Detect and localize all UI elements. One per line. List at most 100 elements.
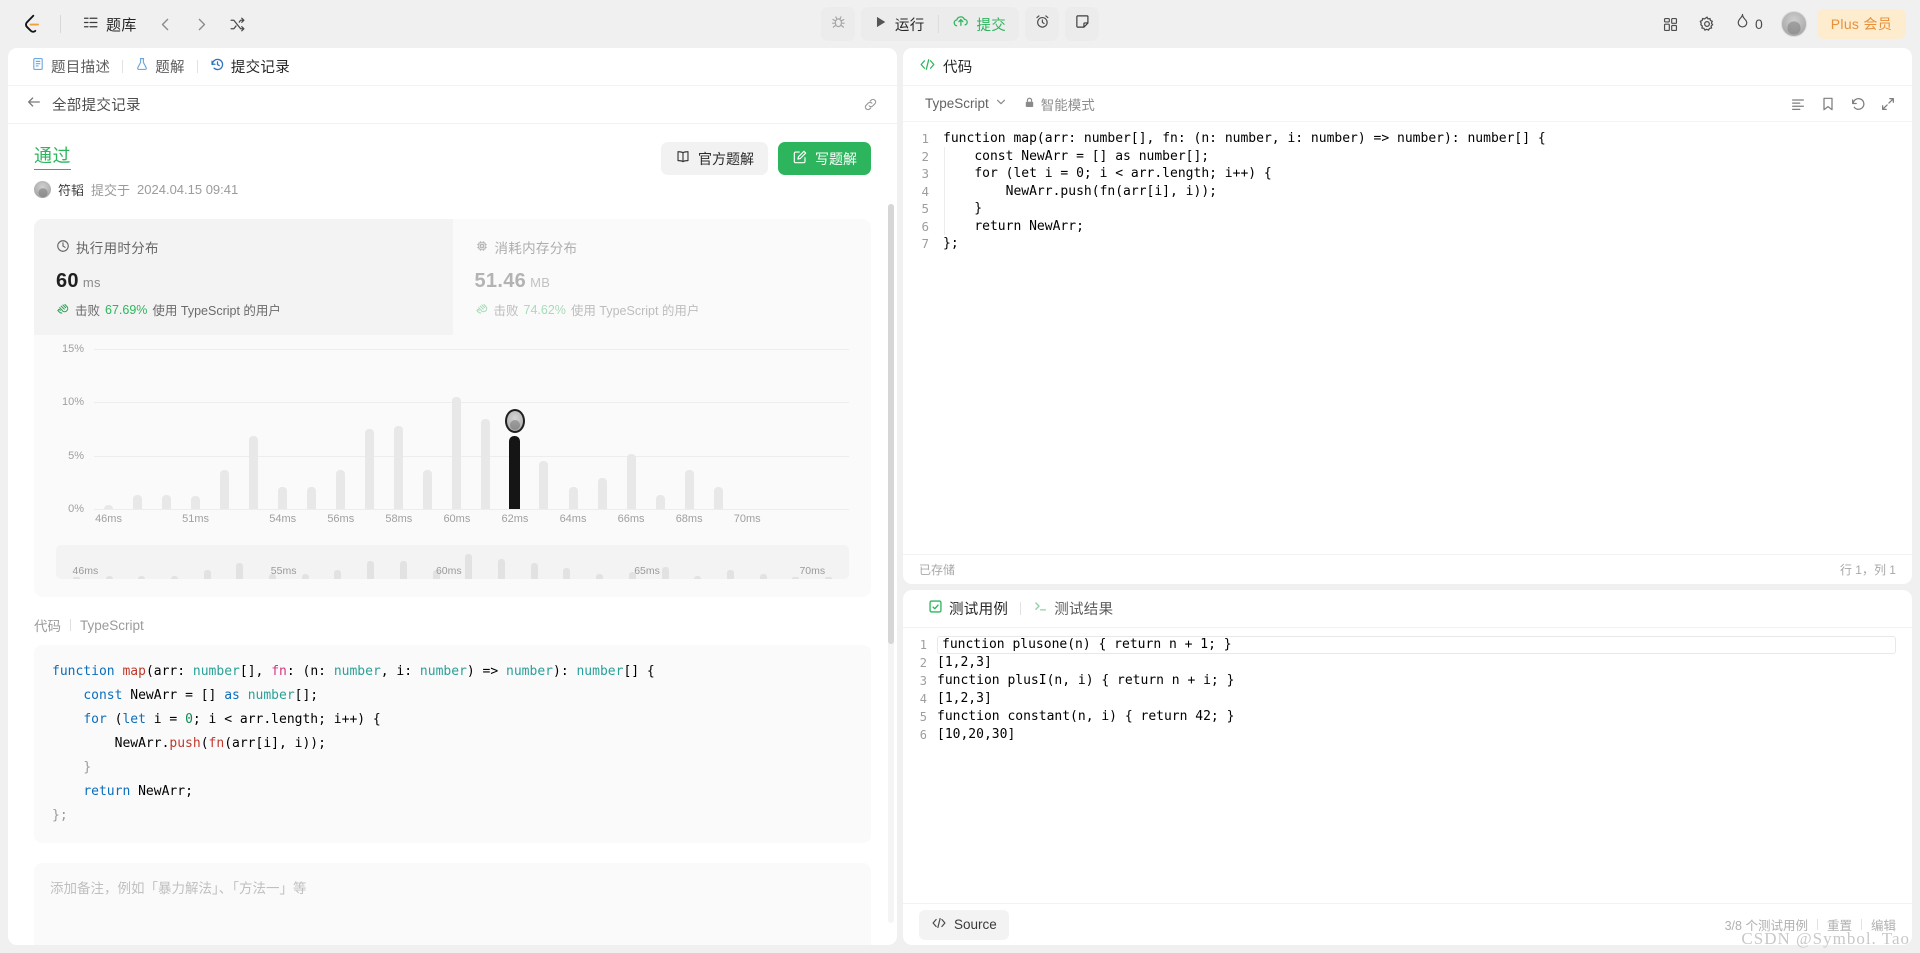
- chart-bar-slot[interactable]: [94, 349, 123, 509]
- testcase-edit-button[interactable]: 编辑: [1871, 915, 1896, 934]
- chart-bar-slot[interactable]: [355, 349, 384, 509]
- testcase-line: 2 [1,2,3]: [903, 654, 1912, 672]
- tab-testcase[interactable]: 测试用例: [919, 594, 1017, 624]
- chart-bar-slot[interactable]: [239, 349, 268, 509]
- language-selector[interactable]: TypeScript: [919, 93, 1013, 114]
- debug-button[interactable]: [820, 7, 855, 41]
- stat-runtime-beat-percent: 67.69%: [105, 302, 148, 317]
- chart-bar-slot[interactable]: [588, 349, 617, 509]
- chart-bar-slot[interactable]: [471, 349, 500, 509]
- testcase-line: 5 function constant(n, i) { return 42; }: [903, 708, 1912, 726]
- footer-separator: [1860, 919, 1862, 930]
- timer-button[interactable]: [1025, 7, 1060, 41]
- clap-icon: [475, 301, 489, 318]
- chart-bar-slot[interactable]: [326, 349, 355, 509]
- chart-bar-slot[interactable]: [733, 349, 762, 509]
- chart-bar-slot[interactable]: [297, 349, 326, 509]
- note-button[interactable]: [1065, 7, 1100, 41]
- chart-x-axis: 46ms 51ms 54ms 56ms 58ms 60ms 62ms 64ms 66ms 68ms…: [94, 513, 849, 533]
- chart-bar-slot[interactable]: [791, 349, 820, 509]
- stat-memory-beat-prefix: 击败: [493, 304, 519, 318]
- chart-x-tick: [210, 513, 239, 533]
- minimap-bar: [138, 575, 146, 579]
- run-button[interactable]: 运行: [861, 7, 938, 41]
- minimap-bar-slot: [191, 545, 224, 579]
- chart-bar-slot[interactable]: [646, 349, 675, 509]
- minimap-bar: [465, 554, 473, 579]
- source-button[interactable]: Source: [919, 909, 1009, 940]
- chart-bar-slot[interactable]: [675, 349, 704, 509]
- book-open-icon: [675, 149, 691, 168]
- chart-bar: [191, 496, 201, 509]
- editor-line-text: function map(arr: number[], fn: (n: numb…: [943, 131, 1546, 146]
- chart-x-tick: 66ms: [617, 513, 645, 525]
- chart-bar-slot[interactable]: [268, 349, 297, 509]
- testcase-reset-button[interactable]: 重置: [1827, 915, 1852, 934]
- testcase-line: 6 [10,20,30]: [903, 726, 1912, 744]
- chart-x-tick: [471, 513, 500, 533]
- chart-bar-slot[interactable]: [559, 349, 588, 509]
- tab-description[interactable]: 题目描述: [22, 52, 119, 82]
- chart-bar-slot[interactable]: [442, 349, 471, 509]
- chart-bar-slot[interactable]: [820, 349, 849, 509]
- chart-bar-slot[interactable]: [529, 349, 558, 509]
- user-avatar[interactable]: [1780, 11, 1807, 37]
- stat-memory[interactable]: 消耗内存分布 51.46 MB 击败 74.62% 使用 TypeScript …: [453, 219, 872, 335]
- stat-runtime[interactable]: 执行用时分布 60 ms 击败 67.69% 使用 TypeScript 的用户: [34, 219, 453, 335]
- smart-mode-toggle[interactable]: 智能模式: [1023, 94, 1095, 114]
- verdict-badge[interactable]: 通过: [34, 142, 71, 170]
- chevron-right-icon[interactable]: [186, 8, 218, 40]
- chevron-left-icon[interactable]: [150, 8, 182, 40]
- chart-bar-slot[interactable]: [500, 349, 529, 509]
- gear-icon[interactable]: [1691, 8, 1723, 40]
- author-avatar[interactable]: [34, 181, 51, 198]
- chart-minimap[interactable]: 46ms 55ms 60ms 65ms 70ms: [56, 545, 849, 579]
- minimap-label: 60ms: [435, 565, 462, 577]
- chart-bar-slot[interactable]: [210, 349, 239, 509]
- bookmark-icon[interactable]: [1820, 96, 1836, 112]
- chart-bar-slot[interactable]: [384, 349, 413, 509]
- write-solution-button[interactable]: 写题解: [778, 142, 871, 175]
- streak-counter[interactable]: 0: [1727, 8, 1771, 40]
- chart-x-tick: [413, 513, 442, 533]
- back-to-all-submissions[interactable]: 全部提交记录: [26, 94, 141, 115]
- author-name[interactable]: 符韬: [58, 180, 84, 199]
- link-icon[interactable]: [862, 96, 879, 113]
- chart-bar-slot[interactable]: [181, 349, 210, 509]
- minimap-bar-slot: [125, 545, 158, 579]
- submit-button[interactable]: 提交: [939, 7, 1020, 41]
- tab-test-result[interactable]: 测试结果: [1024, 594, 1122, 624]
- code-editor[interactable]: 1 function map(arr: number[], fn: (n: num…: [903, 122, 1912, 554]
- leetcode-logo-icon[interactable]: [14, 7, 48, 41]
- left-scrollbar-thumb[interactable]: [888, 204, 894, 644]
- tab-submissions[interactable]: 提交记录: [201, 52, 299, 82]
- chart-bar-slot[interactable]: [413, 349, 442, 509]
- editor-line-text: };: [943, 236, 959, 251]
- official-solution-button[interactable]: 官方题解: [661, 142, 768, 175]
- tab-solutions[interactable]: 题解: [126, 52, 194, 82]
- expand-icon[interactable]: [1880, 96, 1896, 112]
- grid-apps-icon[interactable]: [1655, 8, 1687, 40]
- undo-icon[interactable]: [1850, 96, 1866, 112]
- shuffle-icon[interactable]: [222, 8, 254, 40]
- stat-runtime-value-row: 60 ms: [56, 270, 431, 293]
- testcase-line-number: 5: [919, 710, 927, 724]
- plus-membership-button[interactable]: Plus 会员: [1816, 9, 1906, 39]
- nav-problemset[interactable]: 题库: [73, 8, 146, 40]
- chart-user-marker-avatar[interactable]: [504, 409, 525, 434]
- chart-bar-slot[interactable]: [762, 349, 791, 509]
- run-label: 运行: [894, 17, 925, 34]
- chart-bar-slot[interactable]: [617, 349, 646, 509]
- chart-bar-slot[interactable]: [704, 349, 733, 509]
- chart-bar: [597, 478, 607, 509]
- note-input[interactable]: 添加备注，例如「暴力解法」、「方法一」等: [34, 863, 871, 945]
- chart-bar-slot[interactable]: [123, 349, 152, 509]
- left-scroll-area[interactable]: 通过 符韬 提交于 2024.04.15 09:41 官方题解 写题解 执行用时…: [8, 124, 897, 945]
- format-lines-icon[interactable]: [1790, 96, 1806, 112]
- minimap-bar: [497, 559, 505, 579]
- chart-bar-slot[interactable]: [152, 349, 181, 509]
- testcase-editor[interactable]: 1 function plusone(n) { return n + 1; } 2 […: [903, 628, 1912, 903]
- chart-x-tick: [239, 513, 268, 533]
- left-scrollbar[interactable]: [888, 204, 894, 923]
- clap-icon: [56, 301, 70, 318]
